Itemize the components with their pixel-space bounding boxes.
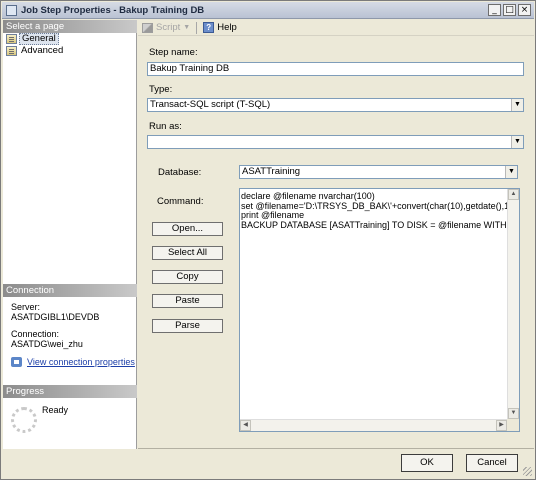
- type-select-value: Transact-SQL script (T-SQL): [150, 99, 271, 110]
- connection-label: Connection:: [11, 329, 60, 339]
- type-select[interactable]: Transact-SQL script (T-SQL) ▼: [147, 98, 524, 112]
- scroll-left-icon[interactable]: ◀: [240, 420, 251, 431]
- progress-spinner-icon: [11, 407, 37, 433]
- connection-header: Connection: [3, 284, 137, 297]
- connection-properties-icon: [11, 357, 22, 367]
- select-page-header: Select a page: [3, 20, 137, 33]
- run-as-select[interactable]: ▼: [147, 135, 524, 149]
- maximize-button[interactable]: □: [503, 4, 516, 16]
- cancel-button[interactable]: Cancel: [466, 454, 518, 472]
- database-label: Database:: [158, 167, 202, 178]
- chevron-down-icon[interactable]: ▼: [183, 24, 190, 31]
- chevron-down-icon[interactable]: ▼: [505, 166, 517, 178]
- type-label: Type:: [149, 84, 172, 95]
- step-name-label-text: Step name:: [149, 47, 198, 58]
- left-pane: Select a page General Advanced Connectio…: [3, 20, 137, 449]
- title-bar[interactable]: Job Step Properties - Bakup Training DB …: [2, 2, 534, 19]
- server-label: Server:: [11, 302, 41, 312]
- toolbar: Script ▼ ? Help: [138, 20, 534, 36]
- view-connection-properties-label: View connection properties: [27, 357, 135, 367]
- parse-button[interactable]: Parse: [152, 319, 223, 333]
- page-item-label: General: [19, 33, 59, 45]
- progress-status: Ready: [42, 405, 69, 415]
- help-icon: ?: [203, 22, 215, 33]
- step-name-label: Step name:: [149, 47, 198, 58]
- step-name-input[interactable]: Bakup Training DB: [147, 62, 524, 76]
- view-connection-properties-link[interactable]: View connection properties: [11, 357, 135, 367]
- progress-header: Progress: [3, 385, 137, 398]
- type-label-text: Type:: [149, 84, 173, 95]
- horizontal-scrollbar[interactable]: ◀ ▶: [240, 419, 507, 431]
- script-button[interactable]: Script ▼: [142, 22, 190, 33]
- paste-button[interactable]: Paste: [152, 294, 223, 308]
- page-icon: [6, 34, 17, 44]
- resize-grip-icon[interactable]: [523, 467, 532, 476]
- minimize-button[interactable]: _: [488, 4, 501, 16]
- run-as-label: Run as:: [149, 121, 182, 132]
- scrollbar-corner: [507, 419, 519, 431]
- footer-divider: [138, 448, 534, 449]
- script-label: Script: [156, 22, 181, 33]
- page-item-advanced[interactable]: Advanced: [6, 45, 65, 57]
- script-icon: [142, 22, 153, 33]
- page-icon: [6, 46, 17, 56]
- database-select[interactable]: ASATTraining ▼: [239, 165, 518, 179]
- window-icon: [6, 5, 17, 16]
- select-all-button[interactable]: Select All: [152, 246, 223, 260]
- database-select-value: ASATTraining: [242, 166, 301, 177]
- connection-value: ASATDG\wei_zhu: [11, 339, 83, 349]
- run-as-label-text: Run as:: [149, 121, 182, 132]
- help-label: Help: [217, 22, 237, 33]
- close-button[interactable]: ×: [518, 4, 531, 16]
- toolbar-separator: [196, 21, 198, 34]
- server-value: ASATDGIBL1\DEVDB: [11, 312, 100, 322]
- open-button[interactable]: Open...: [152, 222, 223, 236]
- scroll-right-icon[interactable]: ▶: [496, 420, 507, 431]
- page-item-label: Advanced: [21, 45, 64, 56]
- job-step-properties-window: Job Step Properties - Bakup Training DB …: [0, 0, 536, 480]
- command-editor[interactable]: declare @filename nvarchar(100) set @fil…: [239, 188, 520, 432]
- chevron-down-icon[interactable]: ▼: [511, 99, 523, 111]
- page-item-general[interactable]: General: [6, 33, 59, 45]
- vertical-scrollbar[interactable]: ▲ ▼: [507, 189, 519, 419]
- scroll-down-icon[interactable]: ▼: [508, 408, 519, 419]
- ok-button[interactable]: OK: [401, 454, 453, 472]
- scroll-up-icon[interactable]: ▲: [508, 189, 519, 200]
- chevron-down-icon[interactable]: ▼: [511, 136, 523, 148]
- command-label: Command:: [157, 196, 204, 207]
- help-button[interactable]: ? Help: [203, 22, 237, 33]
- copy-button[interactable]: Copy: [152, 270, 223, 284]
- window-title: Job Step Properties - Bakup Training DB: [21, 5, 205, 16]
- command-text[interactable]: declare @filename nvarchar(100) set @fil…: [241, 192, 507, 230]
